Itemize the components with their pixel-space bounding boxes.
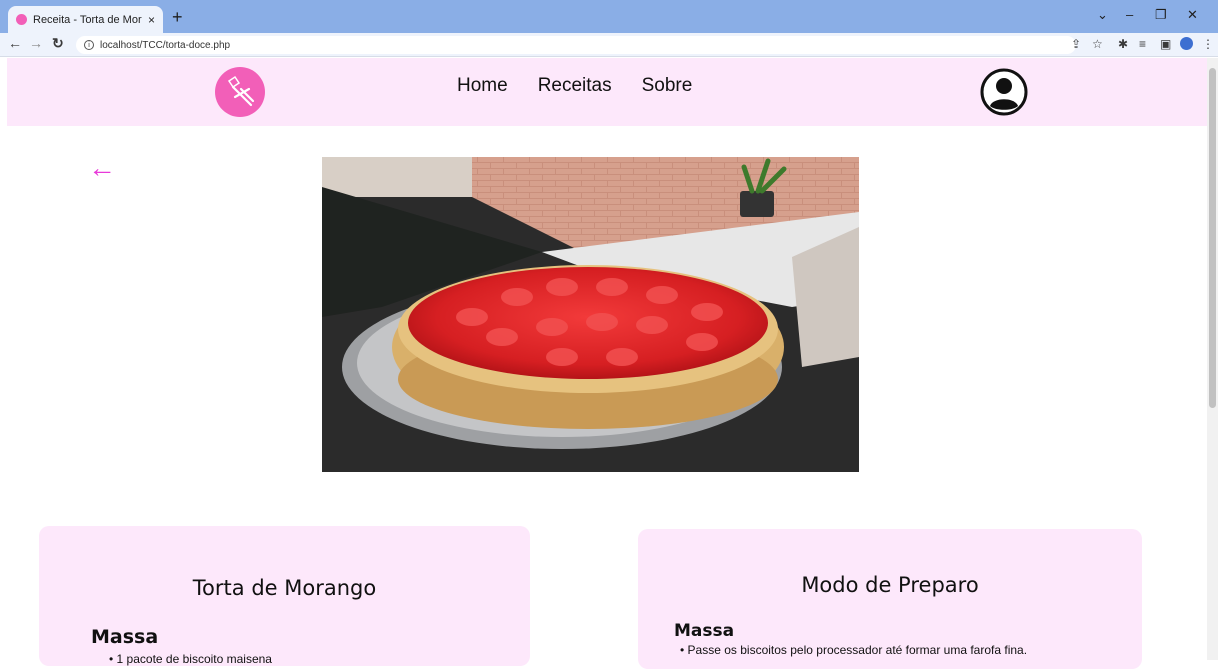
recipe-photo xyxy=(322,157,859,472)
logo-icon xyxy=(227,75,255,107)
new-tab-button[interactable]: + xyxy=(172,8,183,26)
menu-kebab-icon[interactable]: ⋮ xyxy=(1202,37,1214,51)
preparation-step: • Passe os biscoitos pelo processador at… xyxy=(680,643,1028,657)
scrollbar-thumb[interactable] xyxy=(1209,68,1216,408)
back-arrow-icon[interactable]: ← xyxy=(88,154,116,182)
browser-tab[interactable]: Receita - Torta de Morango × xyxy=(8,6,163,33)
reading-list-icon[interactable]: ≡ xyxy=(1139,37,1146,51)
site-info-icon[interactable]: i xyxy=(84,40,94,50)
side-panel-icon[interactable]: ▣ xyxy=(1160,37,1171,51)
reload-icon[interactable]: ↻ xyxy=(52,35,64,52)
extensions-icon[interactable]: ✱ xyxy=(1118,37,1128,51)
user-account-icon xyxy=(980,68,1028,116)
page-viewport: Home Receitas Sobre ← Torta de Morango M… xyxy=(0,58,1218,669)
site-navbar: Home Receitas Sobre xyxy=(7,58,1207,126)
browser-tab-bar: Receita - Torta de Morango × + ⌄ – ❐ ✕ xyxy=(0,0,1218,33)
maximize-button[interactable]: ❐ xyxy=(1155,7,1167,23)
page-scrollbar[interactable] xyxy=(1207,58,1218,660)
ingredients-card: Torta de Morango Massa • 1 pacote de bis… xyxy=(39,526,530,666)
favicon-icon xyxy=(16,14,27,25)
url-text: localhost/TCC/torta-doce.php xyxy=(100,39,231,51)
close-window-button[interactable]: ✕ xyxy=(1187,7,1198,23)
nav-link-receitas[interactable]: Receitas xyxy=(538,75,612,97)
address-bar-row: ← → ↻ i localhost/TCC/torta-doce.php ⇪ ☆… xyxy=(0,33,1218,57)
share-icon[interactable]: ⇪ xyxy=(1071,37,1081,51)
recipe-title: Torta de Morango xyxy=(192,576,377,600)
tab-search-icon[interactable]: ⌄ xyxy=(1097,7,1108,23)
back-nav-icon[interactable]: ← xyxy=(8,35,22,51)
nav-links: Home Receitas Sobre xyxy=(457,75,692,97)
site-logo[interactable] xyxy=(215,67,265,117)
forward-nav-icon[interactable]: → xyxy=(29,35,43,51)
preparation-card: Modo de Preparo Massa • Passe os biscoit… xyxy=(638,529,1142,669)
preparation-title: Modo de Preparo xyxy=(801,573,979,597)
ingredient-item: • 1 pacote de biscoito maisena xyxy=(109,652,272,666)
nav-link-sobre[interactable]: Sobre xyxy=(642,75,693,97)
url-field[interactable]: i localhost/TCC/torta-doce.php xyxy=(76,36,1076,54)
tab-title: Receita - Torta de Morango xyxy=(33,13,142,26)
nav-link-home[interactable]: Home xyxy=(457,75,508,97)
ingredients-section-heading: Massa xyxy=(91,626,159,648)
close-tab-icon[interactable]: × xyxy=(148,13,155,27)
bookmark-star-icon[interactable]: ☆ xyxy=(1092,37,1103,51)
minimize-button[interactable]: – xyxy=(1126,7,1133,22)
preparation-section-heading: Massa xyxy=(674,621,735,641)
profile-avatar-icon[interactable] xyxy=(1180,37,1193,50)
user-profile-button[interactable] xyxy=(979,67,1029,117)
